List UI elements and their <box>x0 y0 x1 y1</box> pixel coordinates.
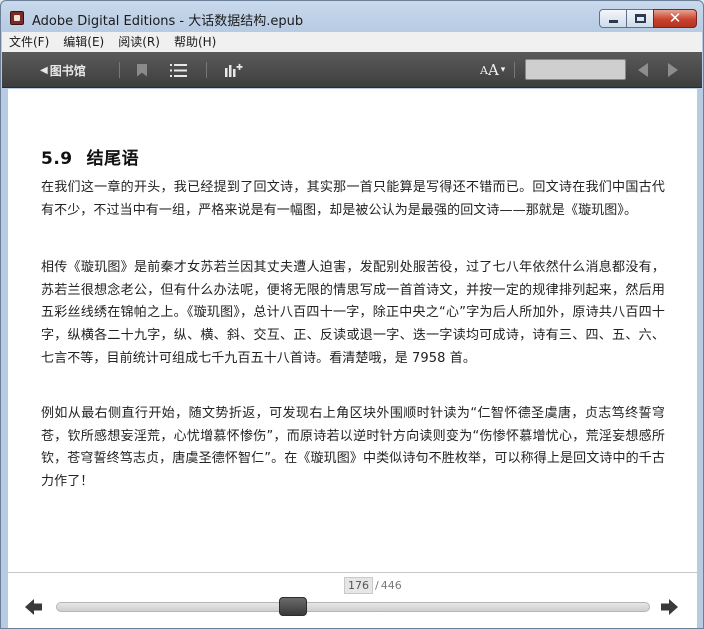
next-page-button[interactable] <box>660 598 680 616</box>
toolbar-divider <box>206 62 207 78</box>
menu-edit[interactable]: 编辑(E) <box>56 32 111 52</box>
back-arrow-icon: ◀ <box>40 64 48 76</box>
paragraph: 在我们这一章的开头，我已经提到了回文诗，其实那一首只能算是写得还不错而已。回文诗… <box>41 180 665 218</box>
close-button[interactable]: ✕ <box>653 9 697 28</box>
bar-chart-plus-icon <box>225 63 243 77</box>
font-size-button[interactable]: A A ▾ <box>480 52 505 88</box>
paragraph: 相传《璇玑图》是前秦才女苏若兰因其丈夫遭人迫害，发配别处服苦役，过了七八年依然什… <box>41 260 665 366</box>
library-button[interactable]: ◀ 图书馆 <box>40 52 86 88</box>
minimize-icon <box>609 20 618 23</box>
font-big-letter: A <box>487 61 499 79</box>
previous-page-button[interactable] <box>25 598 45 616</box>
window-title: Adobe Digital Editions - 大话数据结构.epub <box>32 14 304 29</box>
toolbar-divider <box>119 62 120 78</box>
title-bar[interactable]: Adobe Digital Editions - 大话数据结构.epub ✕ <box>1 1 703 33</box>
next-arrow-icon <box>668 63 678 77</box>
search-prev-button[interactable] <box>638 52 648 88</box>
chapter-number: 5.9 <box>41 149 73 169</box>
page-navigation-bar: 176 / 446 <box>8 572 697 628</box>
menu-file[interactable]: 文件(F) <box>2 32 56 52</box>
maximize-icon <box>635 14 646 23</box>
page-separator: / <box>375 579 379 592</box>
search-input[interactable] <box>525 59 626 80</box>
table-of-contents-button[interactable] <box>170 52 187 88</box>
search-next-button[interactable] <box>668 52 678 88</box>
window-controls: ✕ <box>599 9 697 28</box>
page-indicator: 176 / 446 <box>344 577 402 594</box>
current-page-field[interactable]: 176 <box>344 577 373 594</box>
bookmark-icon <box>137 63 147 77</box>
toolbar-divider <box>514 62 515 78</box>
page-slider-thumb[interactable] <box>279 597 308 616</box>
menu-read[interactable]: 阅读(R) <box>111 32 167 52</box>
app-window: Adobe Digital Editions - 大话数据结构.epub ✕ 文… <box>0 0 704 629</box>
list-icon <box>170 63 187 77</box>
close-icon: ✕ <box>668 9 682 27</box>
total-pages: 446 <box>380 579 402 592</box>
library-label: 图书馆 <box>49 63 86 78</box>
chapter-heading: 5.9 结尾语 <box>41 144 139 169</box>
right-arrow-icon <box>661 599 678 615</box>
chevron-down-icon: ▾ <box>500 65 506 75</box>
chapter-title: 结尾语 <box>86 149 140 169</box>
menu-bar: 文件(F) 编辑(E) 阅读(R) 帮助(H) <box>2 32 702 52</box>
reader-toolbar: ◀ 图书馆 A A ▾ <box>2 52 702 88</box>
reading-pane[interactable]: 5.9 结尾语 在我们这一章的开头，我已经提到了回文诗，其实那一首只能算是写得还不… <box>8 89 697 572</box>
page-slider-track[interactable] <box>56 602 650 612</box>
bookmark-button[interactable] <box>137 52 147 88</box>
maximize-button[interactable] <box>626 9 654 28</box>
paragraph: 例如从最右侧直行开始，随文势折返，可发现右上角区块外围顺时针读为“仁智怀德圣虞唐… <box>41 406 665 490</box>
adobe-de-app-icon[interactable] <box>10 11 24 25</box>
minimize-button[interactable] <box>599 9 627 28</box>
font-small-letter: A <box>480 63 488 77</box>
reading-stats-button[interactable] <box>225 52 243 88</box>
prev-arrow-icon <box>638 63 648 77</box>
left-arrow-icon <box>25 599 42 615</box>
menu-help[interactable]: 帮助(H) <box>167 32 223 52</box>
